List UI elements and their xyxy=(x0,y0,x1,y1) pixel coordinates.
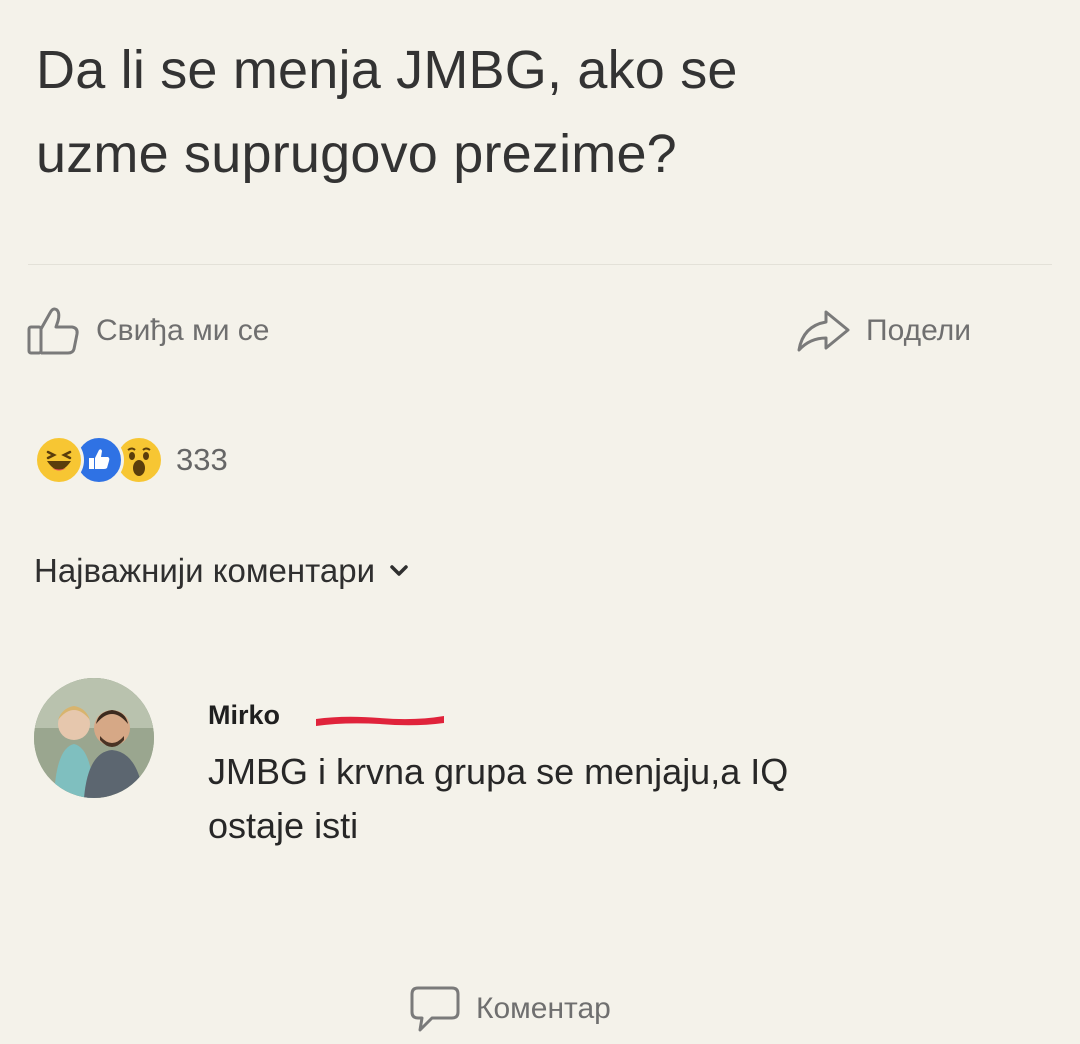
reactions-summary[interactable]: 333 xyxy=(34,432,228,488)
share-button[interactable]: Подели xyxy=(794,296,971,366)
comment-text-line-2: ostaje isti xyxy=(208,805,359,846)
share-label: Подели xyxy=(866,314,972,347)
like-label: Свиђа ми се xyxy=(96,314,270,347)
post-text: Da li se menja JMBG, ako se uzme suprugo… xyxy=(36,28,1036,196)
comment-author-name: Mirko xyxy=(208,700,281,730)
post-divider xyxy=(28,264,1052,265)
post-actions-bar: Свиђа ми се Коментар Подели xyxy=(24,296,1050,1032)
comment-body: Mirko JMBG i krvna grupa se menjaju,a IQ… xyxy=(208,700,1028,853)
share-arrow-icon xyxy=(794,306,852,356)
comment-label: Коментар xyxy=(476,992,611,1025)
comment-author[interactable]: Mirko xyxy=(208,700,444,731)
haha-reaction-icon xyxy=(34,435,84,485)
comment-button[interactable]: Коментар xyxy=(408,974,1080,1044)
comments-sort-label: Најважнији коментари xyxy=(34,552,376,589)
redaction-mark xyxy=(316,716,444,726)
comment-text-line-1: JMBG i krvna grupa se menjaju,a IQ xyxy=(208,751,789,792)
avatar[interactable] xyxy=(34,678,154,798)
comment-text: JMBG i krvna grupa se menjaju,a IQ ostaj… xyxy=(208,745,1008,853)
like-button[interactable]: Свиђа ми се xyxy=(26,296,269,366)
post-text-line-1: Da li se menja JMBG, ako se xyxy=(36,40,738,100)
reaction-count: 333 xyxy=(176,442,228,477)
thumbs-up-icon xyxy=(26,305,82,357)
chevron-down-icon xyxy=(389,564,409,578)
comments-sort-dropdown[interactable]: Најважнији коментари xyxy=(34,552,409,590)
comment-bubble-icon xyxy=(408,982,462,1036)
post-text-line-2: uzme suprugovo prezime? xyxy=(36,124,677,184)
